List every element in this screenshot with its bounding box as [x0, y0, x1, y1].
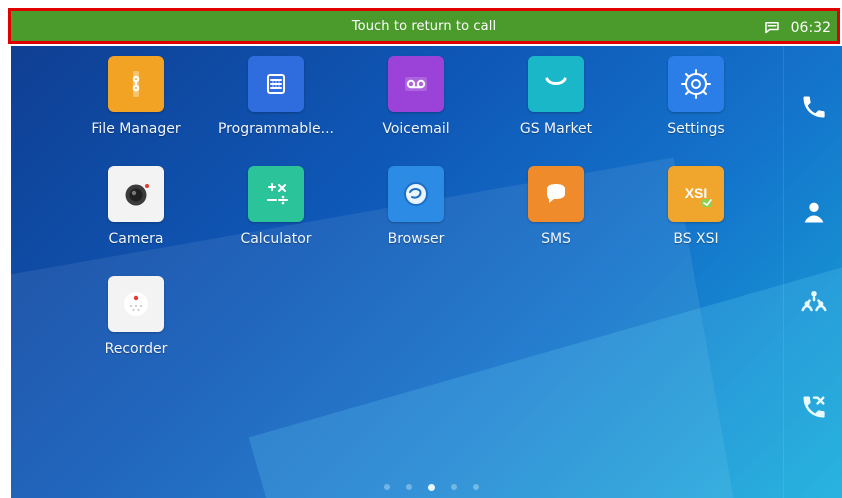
recorder-icon — [108, 276, 164, 332]
app-label: Calculator — [240, 231, 312, 247]
app-bs-xsi[interactable]: XSI BS XSI — [621, 156, 771, 260]
app-label: File Manager — [91, 121, 181, 137]
file-manager-icon — [108, 56, 164, 112]
call-in-progress-icon — [763, 19, 781, 37]
page-indicator — [384, 481, 504, 493]
status-time: 06:32 — [790, 20, 831, 36]
app-label: Camera — [108, 231, 164, 247]
status-message[interactable]: Touch to return to call — [11, 19, 837, 34]
app-label: Settings — [667, 121, 725, 137]
app-recorder[interactable]: Recorder — [61, 266, 211, 370]
phone-icon — [800, 93, 828, 125]
app-file-manager[interactable]: File Manager — [61, 46, 211, 150]
browser-icon — [388, 166, 444, 222]
call-history-icon — [800, 393, 828, 425]
right-dock — [783, 46, 842, 498]
app-label: BS XSI — [673, 231, 719, 247]
programmable-keys-icon — [248, 56, 304, 112]
settings-icon — [668, 56, 724, 112]
calculator-icon — [248, 166, 304, 222]
dock-call-history-button[interactable] — [796, 391, 832, 427]
gs-market-icon — [528, 56, 584, 112]
page-dot-active[interactable] — [428, 483, 435, 491]
app-settings[interactable]: Settings — [621, 46, 771, 150]
app-label: Programmable... — [217, 121, 335, 137]
dock-contacts-button[interactable] — [796, 196, 832, 232]
app-calculator[interactable]: Calculator — [201, 156, 351, 260]
contact-icon — [800, 198, 828, 230]
app-label: GS Market — [519, 121, 593, 137]
dock-phone-button[interactable] — [796, 91, 832, 127]
app-grid: File Manager Programmable... Voicemail G… — [11, 46, 791, 466]
dock-conference-button[interactable] — [796, 284, 832, 320]
app-programmable[interactable]: Programmable... — [201, 46, 351, 150]
home-screen: File Manager Programmable... Voicemail G… — [11, 46, 842, 498]
app-label: SMS — [541, 231, 571, 247]
page-dot[interactable] — [384, 484, 390, 490]
voicemail-icon — [388, 56, 444, 112]
status-bar[interactable]: Touch to return to call 06:32 — [8, 8, 840, 44]
bs-xsi-icon: XSI — [668, 166, 724, 222]
app-camera[interactable]: Camera — [61, 156, 211, 260]
app-voicemail[interactable]: Voicemail — [341, 46, 491, 150]
svg-text:XSI: XSI — [685, 185, 708, 201]
conference-icon — [799, 285, 829, 319]
sms-icon — [528, 166, 584, 222]
app-label: Recorder — [104, 341, 168, 357]
page-dot[interactable] — [451, 484, 457, 490]
app-label: Voicemail — [382, 121, 450, 137]
camera-icon — [108, 166, 164, 222]
app-label: Browser — [387, 231, 445, 247]
app-browser[interactable]: Browser — [341, 156, 491, 260]
status-right: 06:32 — [763, 17, 831, 39]
page-dot[interactable] — [406, 484, 412, 490]
device-frame: Touch to return to call 06:32 File Manag… — [0, 0, 842, 498]
page-dot[interactable] — [473, 484, 479, 490]
app-sms[interactable]: SMS — [481, 156, 631, 260]
app-gs-market[interactable]: GS Market — [481, 46, 631, 150]
